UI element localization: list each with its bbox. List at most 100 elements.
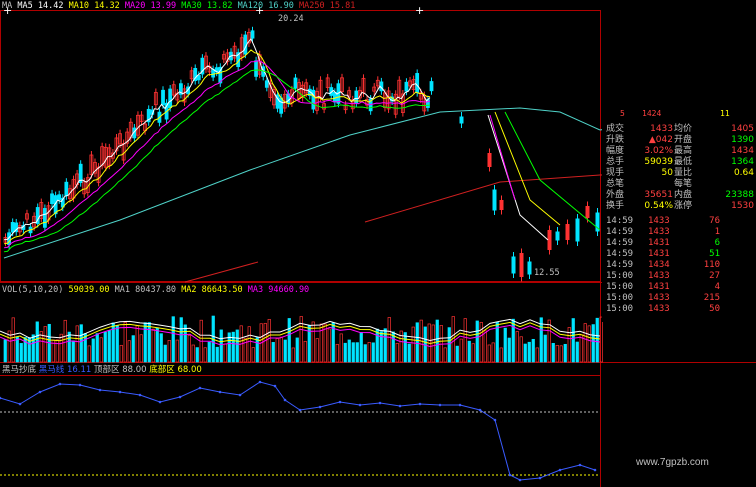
tick-price: 1433 bbox=[648, 304, 670, 314]
quote-label: 最低 bbox=[674, 157, 693, 167]
volume-bar bbox=[551, 342, 555, 363]
volume-bar bbox=[507, 337, 511, 363]
volume-bar bbox=[87, 345, 91, 363]
volume-bar bbox=[591, 324, 595, 363]
ma20-line bbox=[3, 60, 431, 249]
volume-bar bbox=[443, 347, 447, 363]
ma120-value: 16.90 bbox=[268, 1, 294, 11]
quote-value: 0.54% bbox=[644, 201, 673, 211]
tick-row: 14:59 1433 1 bbox=[602, 227, 756, 238]
quote-partial-vol: 11 bbox=[720, 109, 730, 118]
ma250-value: 15.81 bbox=[329, 1, 356, 11]
volume-bar bbox=[455, 345, 459, 363]
volume-bar bbox=[487, 344, 491, 363]
volume-bar bbox=[347, 339, 351, 363]
tick-time: 15:00 bbox=[606, 271, 634, 281]
bottom-zone-label: 底部区 bbox=[149, 365, 175, 375]
low-price-label: 12.55 bbox=[534, 268, 560, 278]
quote-label: 开盘 bbox=[674, 135, 693, 145]
candle-body bbox=[429, 81, 434, 92]
volume-bar bbox=[387, 317, 391, 363]
quote-partial-row: 5 1424 11 bbox=[602, 108, 756, 119]
volume-bar bbox=[559, 345, 563, 363]
volume-bar bbox=[475, 320, 479, 363]
ma120-line bbox=[3, 107, 601, 259]
bottom-zone-value: 68.00 bbox=[177, 365, 202, 375]
tick-volume: 6 bbox=[714, 238, 720, 248]
tick-time: 14:59 bbox=[606, 216, 634, 226]
tick-time: 14:59 bbox=[606, 227, 634, 237]
volume-bar bbox=[119, 344, 123, 363]
candle-body bbox=[279, 97, 284, 114]
tick-time: 15:00 bbox=[606, 304, 634, 314]
quote-row: 总手 59039 最低 1364 bbox=[602, 157, 756, 168]
volume-bar bbox=[579, 334, 583, 363]
volume-bar bbox=[219, 329, 223, 363]
indicator-series-value: 16.11 bbox=[66, 365, 92, 375]
price-panel-border bbox=[0, 10, 601, 282]
quote-label: 均价 bbox=[674, 124, 693, 134]
ma10-value: 14.32 bbox=[94, 1, 120, 11]
vol-ma3-label: MA3 bbox=[247, 285, 264, 295]
volume-value: 59039.00 bbox=[68, 285, 110, 295]
tick-volume: 110 bbox=[703, 260, 720, 270]
stock-chart-window: + + + MA MA5 14.42 MA10 14.32 MA20 13.99 M… bbox=[0, 0, 756, 487]
volume-bar bbox=[543, 334, 547, 363]
volume-bar bbox=[587, 325, 591, 363]
volume-bar bbox=[159, 333, 163, 363]
volume-bar bbox=[595, 317, 599, 363]
volume-bar bbox=[75, 325, 79, 363]
quote-value: 3.02% bbox=[644, 146, 673, 156]
volume-bar bbox=[231, 331, 235, 363]
volume-bar bbox=[163, 344, 167, 363]
volume-bar bbox=[203, 347, 207, 363]
volume-bar bbox=[511, 318, 515, 363]
tick-price: 1431 bbox=[648, 249, 670, 259]
volume-bar bbox=[127, 340, 131, 363]
top-zone-label: 顶部区 bbox=[93, 365, 120, 375]
volume-bar bbox=[351, 342, 355, 363]
vol-ma3-value: 94660.90 bbox=[268, 285, 310, 295]
volume-bar bbox=[235, 329, 239, 363]
candle-body bbox=[57, 194, 62, 201]
volume-bar bbox=[191, 344, 195, 363]
quote-row: 总笔 每笔 bbox=[602, 179, 756, 190]
quote-value: 1433 bbox=[650, 124, 673, 134]
volume-bar bbox=[415, 322, 419, 363]
tick-time: 14:59 bbox=[606, 249, 634, 259]
indicator-series-name: 黑马线 bbox=[38, 365, 65, 375]
indicator-legend: 黑马抄底 黑马线 16.11 顶部区 88.00 底部区 68.00 bbox=[2, 365, 202, 375]
quote-label: 现手 bbox=[606, 168, 625, 178]
high-price-label: 20.24 bbox=[278, 14, 304, 24]
volume-bar bbox=[459, 338, 463, 363]
quote-value: 0.64 bbox=[733, 168, 754, 178]
volume-bar bbox=[303, 340, 307, 363]
volume-bar bbox=[103, 331, 107, 363]
quote-label: 幅度 bbox=[606, 146, 625, 156]
candle-body bbox=[527, 261, 532, 275]
candle-body bbox=[254, 60, 258, 77]
volume-bar bbox=[15, 336, 19, 363]
volume-bar bbox=[363, 344, 367, 363]
volume-bar bbox=[179, 317, 183, 363]
tick-row: 15:00 1431 4 bbox=[602, 282, 756, 293]
candle-body bbox=[161, 89, 165, 106]
volume-bar bbox=[483, 330, 487, 363]
volume-bar bbox=[531, 338, 535, 363]
quote-label: 量比 bbox=[674, 168, 693, 178]
tick-volume: 4 bbox=[714, 282, 720, 292]
tick-volume: 27 bbox=[709, 271, 720, 281]
candle-body bbox=[499, 200, 504, 210]
ma30-line bbox=[3, 69, 431, 253]
volume-bar bbox=[223, 343, 227, 363]
candle-body bbox=[404, 81, 409, 92]
tick-price: 1433 bbox=[648, 227, 670, 237]
volume-bar bbox=[19, 343, 23, 363]
quote-value: 1364 bbox=[731, 157, 754, 167]
candle-body bbox=[547, 230, 552, 250]
volume-bar bbox=[139, 334, 143, 363]
quote-label: 总笔 bbox=[606, 179, 625, 189]
volume-bar bbox=[183, 324, 187, 363]
quote-value: 59039 bbox=[644, 157, 673, 167]
quote-row: 换手 0.54% 涨停 1530 bbox=[602, 201, 756, 212]
